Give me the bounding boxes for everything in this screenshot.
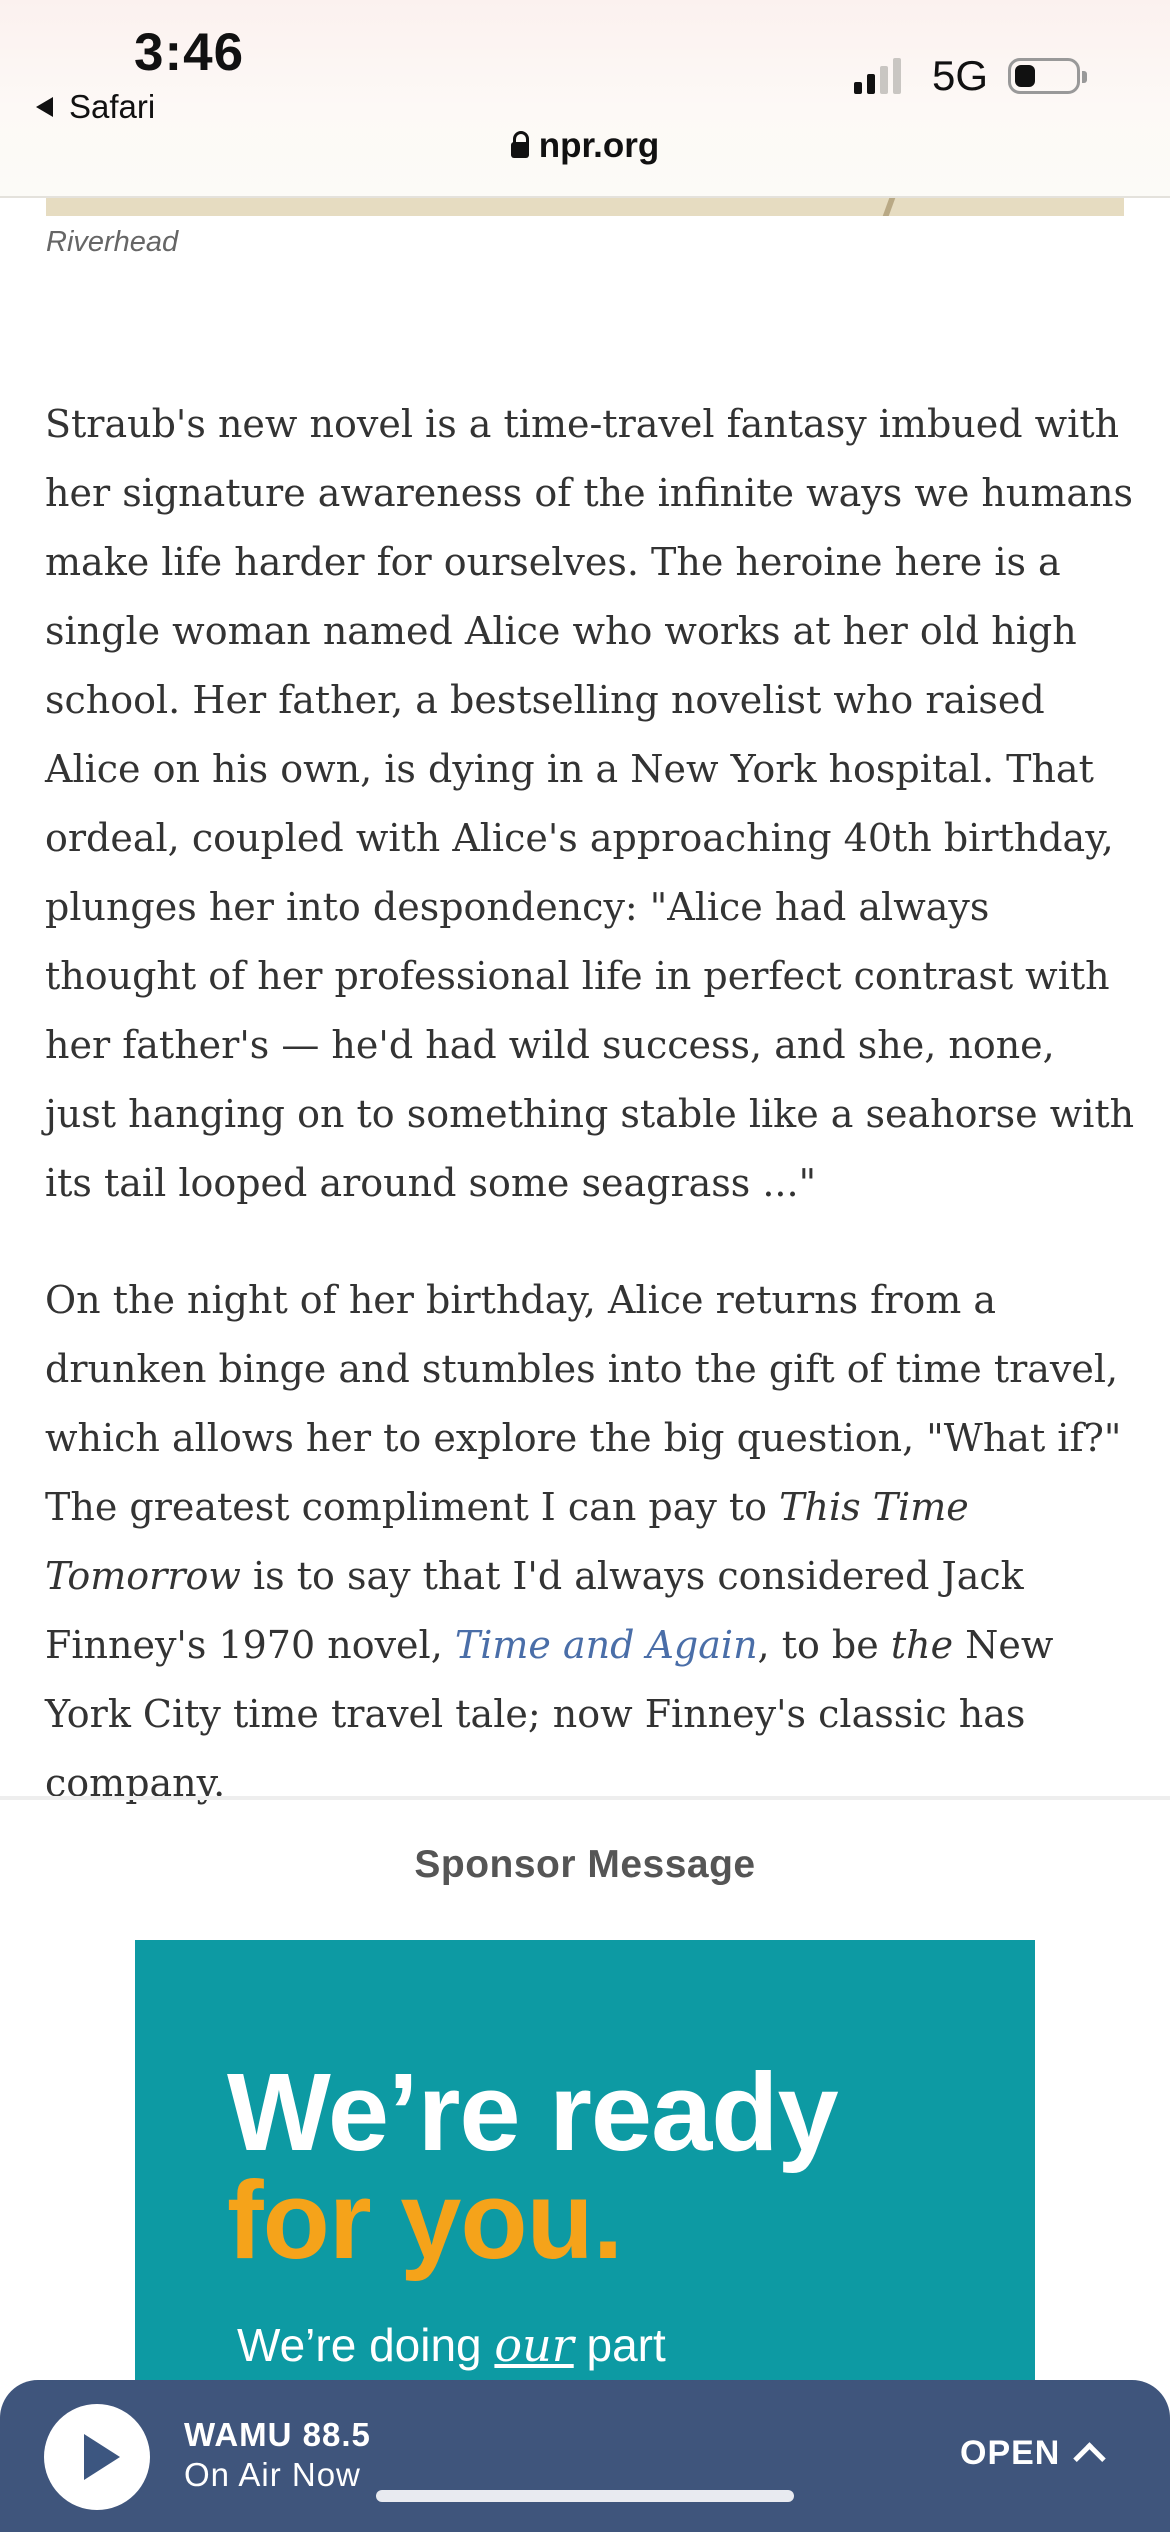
status-bar: 3:46 Safari 5G npr.org	[0, 0, 1170, 198]
cellular-signal-icon	[854, 58, 901, 94]
network-type: 5G	[932, 52, 989, 99]
article-paragraph: On the night of her birthday, Alice retu…	[45, 1278, 1122, 1805]
ad-headline-accent: for you.	[227, 2159, 623, 2282]
article-body: Straub's new novel is a time-travel fant…	[45, 390, 1135, 1866]
play-icon[interactable]	[44, 2404, 150, 2510]
back-to-safari-button[interactable]: Safari	[36, 88, 155, 126]
sponsor-ad[interactable]: We’re ready for you. We’re doing our par…	[135, 1940, 1035, 2380]
url-text: npr.org	[538, 126, 660, 165]
ad-headline: We’re ready	[227, 2051, 839, 2174]
article-image	[46, 198, 1124, 216]
back-label: Safari	[69, 88, 156, 125]
status-time: 3:46	[134, 23, 245, 82]
section-divider	[0, 1796, 1170, 1800]
on-air-status: On Air Now	[184, 2456, 361, 2493]
photo-credit: Riverhead	[46, 226, 179, 258]
home-indicator[interactable]	[376, 2490, 794, 2502]
station-name: WAMU 88.5	[184, 2416, 371, 2453]
ad-tagline: We’re doing our part	[237, 2318, 666, 2372]
back-arrow-icon	[36, 97, 53, 117]
book-link[interactable]: Time and Again	[455, 1623, 758, 1667]
address-bar[interactable]: npr.org	[0, 126, 1170, 166]
open-label: OPEN	[960, 2434, 1061, 2472]
audio-player-bar: WAMU 88.5 On Air Now OPEN	[0, 2380, 1170, 2532]
article-paragraph: Straub's new novel is a time-travel fant…	[45, 402, 1135, 1205]
chevron-up-icon	[1073, 2442, 1107, 2475]
open-player-button[interactable]: OPEN	[960, 2434, 1107, 2475]
battery-icon	[1008, 58, 1087, 94]
lock-icon	[510, 131, 529, 158]
sponsor-heading: Sponsor Message	[414, 1843, 756, 1886]
